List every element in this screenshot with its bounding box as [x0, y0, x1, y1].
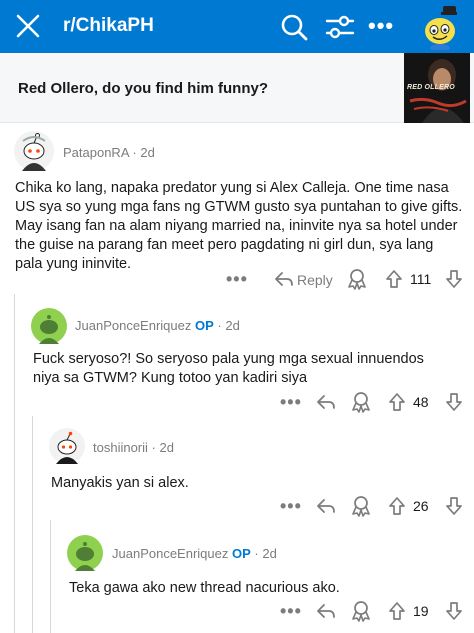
app-header: r/ChikaPH ••• [0, 0, 474, 53]
thread-line-level-1[interactable] [14, 294, 15, 633]
subreddit-title[interactable]: r/ChikaPH [63, 15, 154, 37]
vote-count: 111 [410, 271, 432, 287]
timestamp: · 2d [217, 318, 240, 333]
more-options-icon[interactable]: ••• [368, 15, 394, 37]
op-badge: OP [231, 546, 251, 561]
award-icon[interactable] [350, 391, 372, 413]
award-icon[interactable] [350, 600, 372, 622]
comment-body: Chika ko lang, napaka predator yung si A… [15, 180, 463, 272]
username[interactable]: toshiinorii [93, 440, 148, 455]
sort-filter-icon[interactable] [325, 12, 355, 42]
comment-author-line: JuanPonceEnriquez OP · 2d [112, 546, 277, 561]
user-avatar[interactable] [417, 4, 463, 50]
comment-author-line: toshiinorii · 2d [93, 440, 174, 455]
reply-icon[interactable] [316, 497, 336, 515]
award-icon[interactable] [350, 495, 372, 517]
comment-body: Manyakis yan si alex. [51, 475, 189, 491]
reply-icon[interactable] [316, 393, 336, 411]
username[interactable]: JuanPonceEnriquez [112, 546, 228, 561]
award-icon[interactable] [346, 268, 368, 290]
downvote-icon[interactable] [444, 392, 464, 412]
upvote-icon[interactable] [384, 269, 404, 289]
avatar[interactable] [67, 535, 103, 571]
comment-body: Fuck seryoso?! So seryoso pala yung mga … [33, 351, 424, 386]
timestamp: · 2d [254, 546, 277, 561]
comment-author-line: PataponRA · 2d [63, 145, 155, 160]
reply-label: Reply [297, 272, 333, 288]
avatar[interactable] [31, 308, 67, 344]
avatar[interactable] [14, 131, 54, 171]
vote-count: 26 [413, 498, 429, 514]
vote-count: 19 [413, 603, 429, 619]
downvote-icon[interactable] [444, 496, 464, 516]
reply-icon[interactable] [316, 602, 336, 620]
search-icon[interactable] [279, 12, 309, 42]
timestamp: · 2d [132, 145, 155, 160]
vote-count: 48 [413, 394, 429, 410]
timestamp: · 2d [151, 440, 174, 455]
username[interactable]: JuanPonceEnriquez [75, 318, 191, 333]
downvote-icon[interactable] [444, 269, 464, 289]
op-badge: OP [194, 318, 214, 333]
post-title[interactable]: Red Ollero, do you find him funny? [18, 80, 268, 97]
avatar[interactable] [49, 428, 85, 464]
upvote-icon[interactable] [387, 601, 407, 621]
comment-actions: ••• 19 [0, 600, 474, 624]
comment-actions: ••• 48 [0, 391, 474, 415]
comment-actions: ••• Reply 111 [0, 268, 474, 292]
close-icon[interactable] [13, 11, 43, 41]
reply-icon [275, 272, 293, 286]
upvote-icon[interactable] [387, 496, 407, 516]
post-summary[interactable]: Red Ollero, do you find him funny? RED O… [0, 53, 474, 123]
more-options-icon[interactable]: ••• [280, 602, 302, 620]
downvote-icon[interactable] [444, 601, 464, 621]
comment-actions: ••• 26 [0, 495, 474, 519]
more-options-icon[interactable]: ••• [280, 393, 302, 411]
upvote-icon[interactable] [387, 392, 407, 412]
thumbnail-text: RED OLLERO [407, 84, 455, 91]
comment-author-line: JuanPonceEnriquez OP · 2d [75, 318, 240, 333]
more-options-icon[interactable]: ••• [280, 497, 302, 515]
username[interactable]: PataponRA [63, 145, 129, 160]
post-thumbnail[interactable]: RED OLLERO [404, 53, 470, 123]
more-options-icon[interactable]: ••• [226, 270, 248, 288]
comment-body: Teka gawa ako new thread nacurious ako. [69, 580, 340, 596]
